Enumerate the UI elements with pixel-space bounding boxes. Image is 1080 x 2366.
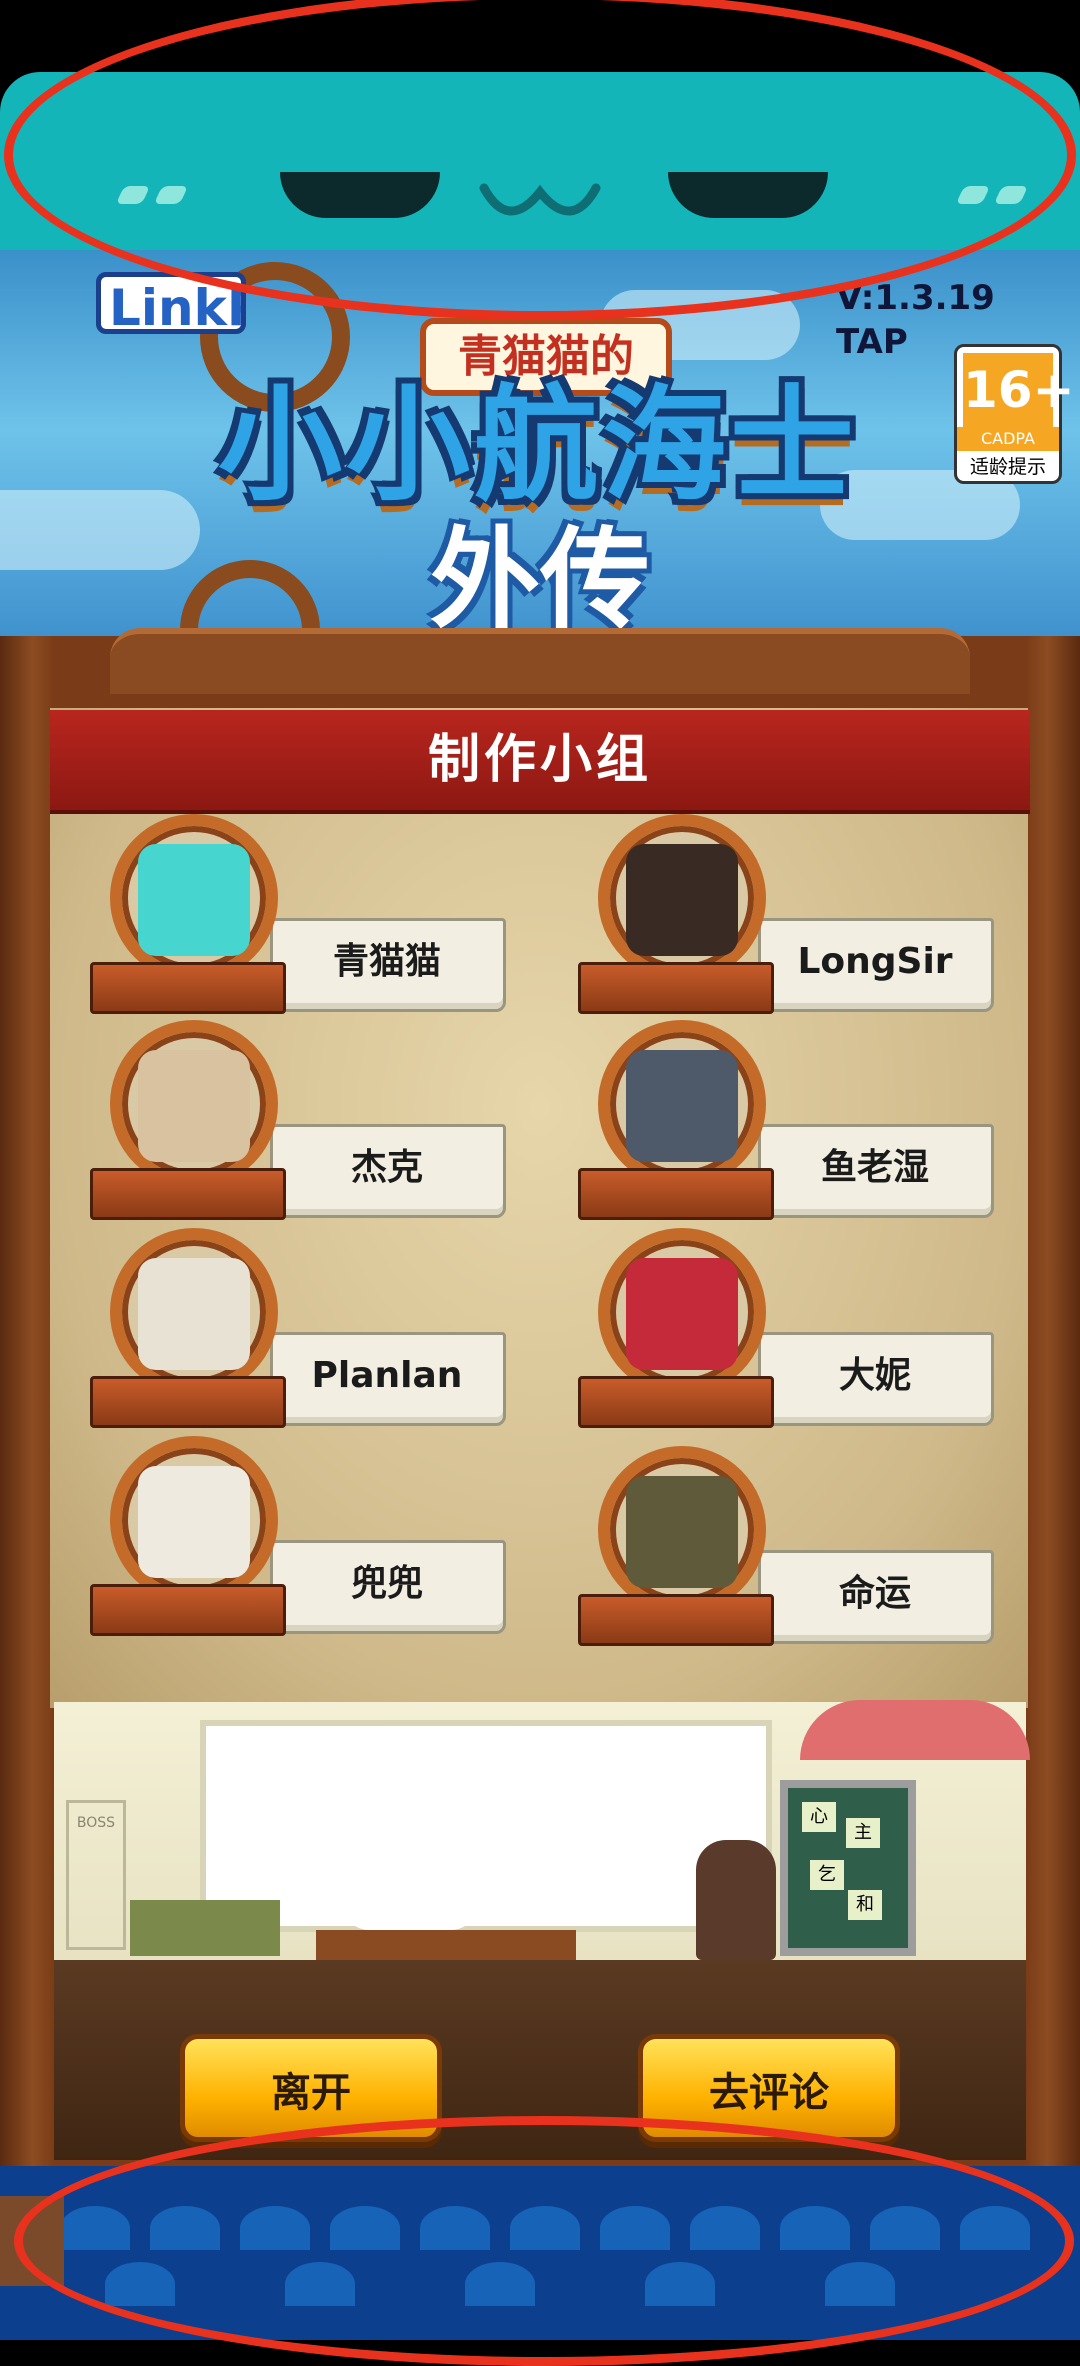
teal-cat-avatar-icon: [138, 844, 250, 956]
students-group: [340, 1860, 480, 1930]
member-card: LongSir: [578, 814, 998, 1014]
hockey-mask-avatar-icon: [138, 1050, 250, 1162]
member-card: 大妮: [578, 1228, 998, 1428]
portrait-base: [578, 1168, 774, 1220]
member-name: 青猫猫: [332, 941, 441, 982]
board-note: 乞: [810, 1860, 844, 1890]
member-name: 命运: [838, 1573, 911, 1614]
portrait-base: [578, 1376, 774, 1428]
board-note: 心: [802, 1802, 836, 1832]
portrait-base: [578, 962, 774, 1014]
cloud: [0, 490, 200, 570]
shark-mask-avatar-icon: [626, 1050, 738, 1162]
member-name: 杰克: [350, 1147, 423, 1188]
red-hood-avatar-icon: [626, 1258, 738, 1370]
teacher-desk: [316, 1930, 576, 1960]
member-card: 青猫猫: [90, 814, 510, 1014]
member-name: 兜兜: [350, 1563, 423, 1604]
age-rating-badge: 16+ CADPA 适龄提示: [954, 344, 1074, 484]
member-name: Planlan: [311, 1355, 463, 1396]
member-card: 命运: [578, 1446, 998, 1646]
portrait-base: [578, 1594, 774, 1646]
portrait-base: [90, 962, 286, 1014]
annotation-ellipse-bottom: [14, 2116, 1074, 2366]
member-name: LongSir: [797, 941, 953, 982]
portrait-base: [90, 1584, 286, 1636]
game-logo-tagline: 外传: [430, 516, 650, 644]
classroom-window: [200, 1720, 772, 1932]
board-note: 和: [848, 1890, 882, 1920]
game-logo-title: 小小航海士: [217, 374, 858, 518]
bunny-ears-avatar-icon: [138, 1466, 250, 1578]
boss-door: BOSS: [66, 1800, 126, 1950]
panel-title: 制作小组: [50, 710, 1030, 814]
member-card: Planlan: [90, 1228, 510, 1428]
annotation-ellipse-top: [4, 0, 1076, 320]
member-name: 鱼老湿: [820, 1147, 929, 1188]
beach-umbrella: [800, 1700, 1030, 1760]
member-name: 大妮: [838, 1355, 911, 1396]
member-card: 兜兜: [90, 1436, 510, 1636]
chalkboard: 心 主 乞 和: [780, 1780, 916, 1956]
member-card: 鱼老湿: [578, 1020, 998, 1220]
pirate-captain-avatar-icon: [626, 844, 738, 956]
age-rating-org: CADPA: [957, 427, 1059, 451]
wizard-hat-avatar-icon: [626, 1476, 738, 1588]
board-note: 主: [846, 1818, 880, 1848]
age-rating-number: 16+: [963, 353, 1074, 427]
mummy-avatar-icon: [138, 1258, 250, 1370]
portrait-base: [90, 1168, 286, 1220]
age-rating-tip: 适龄提示: [969, 456, 1046, 478]
student-desk: [130, 1900, 280, 1956]
teacher-character: [696, 1840, 776, 1960]
portrait-base: [90, 1376, 286, 1428]
frame-top-arch: [110, 628, 970, 694]
member-card: 杰克: [90, 1020, 510, 1220]
